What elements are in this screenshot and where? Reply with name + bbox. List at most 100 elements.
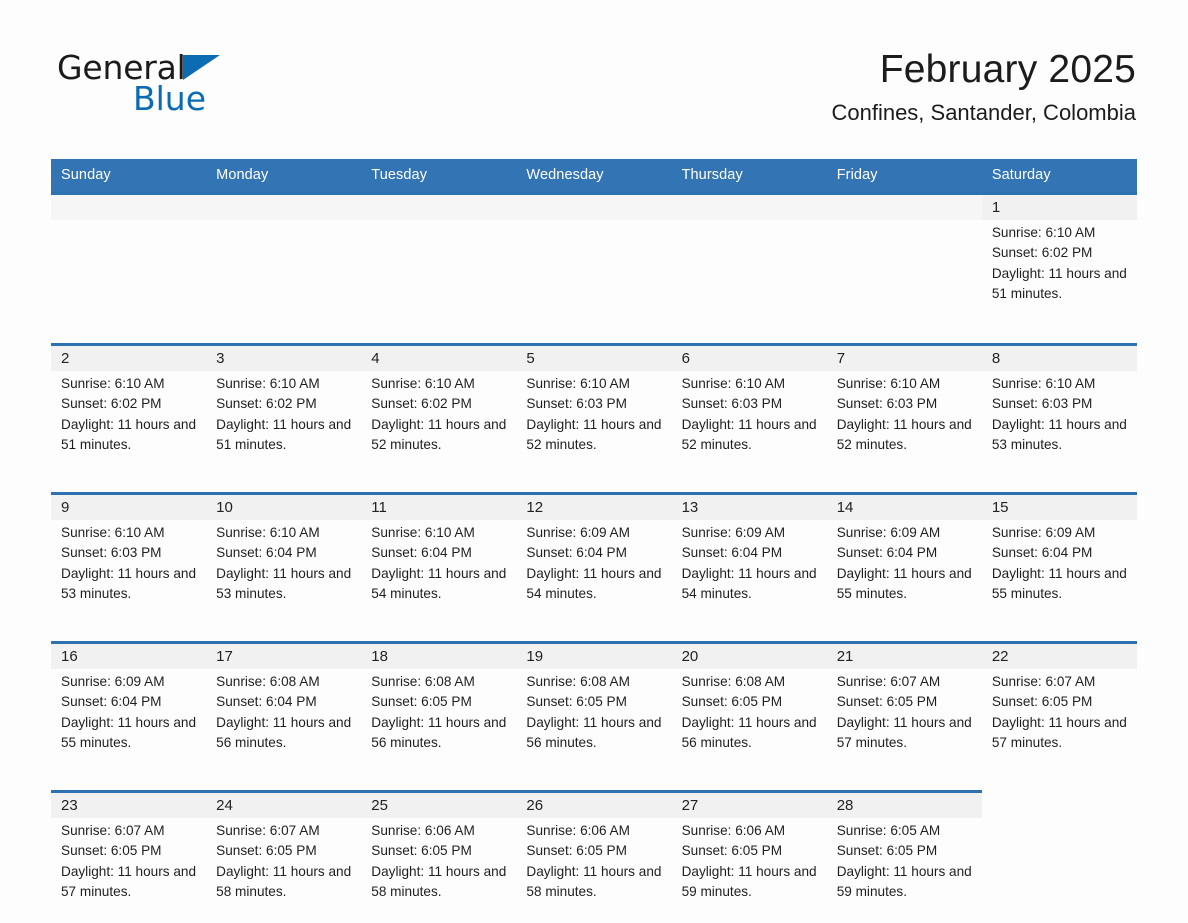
day-detail-cell[interactable]: Sunrise: 6:08 AMSunset: 6:05 PMDaylight:… xyxy=(672,669,827,792)
day-number-cell[interactable]: 22 xyxy=(982,643,1137,670)
day-number: 14 xyxy=(837,499,854,516)
daylight-text: Daylight: 11 hours and 52 minutes. xyxy=(682,415,817,456)
day-number-cell[interactable]: 3 xyxy=(206,345,361,372)
sunset-text: Sunset: 6:05 PM xyxy=(526,692,661,712)
daylight-text: Daylight: 11 hours and 53 minutes. xyxy=(216,564,351,605)
day-number-cell[interactable]: 18 xyxy=(361,643,516,670)
day-detail-cell[interactable]: Sunrise: 6:09 AMSunset: 6:04 PMDaylight:… xyxy=(51,669,206,792)
generalblue-logo[interactable]: General Blue xyxy=(57,50,317,126)
day-detail-cell[interactable]: Sunrise: 6:10 AMSunset: 6:03 PMDaylight:… xyxy=(672,371,827,494)
day-number: 10 xyxy=(216,499,233,516)
day-number-cell[interactable]: 23 xyxy=(51,792,206,819)
calendar-header-row: Sunday Monday Tuesday Wednesday Thursday… xyxy=(51,159,1137,194)
day-number-cell[interactable]: 11 xyxy=(361,494,516,521)
day-detail-cell[interactable]: Sunrise: 6:09 AMSunset: 6:04 PMDaylight:… xyxy=(672,520,827,643)
day-number: 4 xyxy=(371,350,379,367)
day-detail-cell[interactable]: Sunrise: 6:06 AMSunset: 6:05 PMDaylight:… xyxy=(672,818,827,923)
empty-day-detail xyxy=(206,220,361,345)
day-detail-cell[interactable]: Sunrise: 6:09 AMSunset: 6:04 PMDaylight:… xyxy=(827,520,982,643)
day-detail-cell[interactable]: Sunrise: 6:10 AMSunset: 6:02 PMDaylight:… xyxy=(982,220,1137,345)
sunrise-text: Sunrise: 6:07 AM xyxy=(992,672,1127,692)
day-number-cell[interactable]: 19 xyxy=(516,643,671,670)
day-detail-cell[interactable]: Sunrise: 6:07 AMSunset: 6:05 PMDaylight:… xyxy=(206,818,361,923)
day-number-cell[interactable]: 24 xyxy=(206,792,361,819)
sunrise-text: Sunrise: 6:09 AM xyxy=(837,523,972,543)
week-detail-row: Sunrise: 6:10 AMSunset: 6:03 PMDaylight:… xyxy=(51,520,1137,643)
empty-day-cell xyxy=(827,194,982,221)
daylight-text: Daylight: 11 hours and 58 minutes. xyxy=(371,862,506,903)
sunset-text: Sunset: 6:03 PM xyxy=(992,394,1127,414)
sunrise-text: Sunrise: 6:06 AM xyxy=(682,821,817,841)
day-detail-cell[interactable]: Sunrise: 6:10 AMSunset: 6:03 PMDaylight:… xyxy=(827,371,982,494)
day-detail-cell[interactable]: Sunrise: 6:10 AMSunset: 6:03 PMDaylight:… xyxy=(982,371,1137,494)
day-number-cell[interactable]: 9 xyxy=(51,494,206,521)
sunset-text: Sunset: 6:05 PM xyxy=(371,692,506,712)
sunrise-text: Sunrise: 6:10 AM xyxy=(61,523,196,543)
day-number: 15 xyxy=(992,499,1009,516)
daylight-text: Daylight: 11 hours and 57 minutes. xyxy=(992,713,1127,754)
day-number-cell[interactable]: 28 xyxy=(827,792,982,819)
daylight-text: Daylight: 11 hours and 56 minutes. xyxy=(526,713,661,754)
day-detail-cell[interactable]: Sunrise: 6:08 AMSunset: 6:04 PMDaylight:… xyxy=(206,669,361,792)
day-number-cell[interactable]: 6 xyxy=(672,345,827,372)
daylight-text: Daylight: 11 hours and 56 minutes. xyxy=(371,713,506,754)
day-detail-cell[interactable]: Sunrise: 6:09 AMSunset: 6:04 PMDaylight:… xyxy=(516,520,671,643)
empty-day-cell xyxy=(672,194,827,221)
day-number: 11 xyxy=(371,499,387,516)
day-number-cell[interactable]: 16 xyxy=(51,643,206,670)
day-number-cell[interactable]: 7 xyxy=(827,345,982,372)
day-detail-cell[interactable]: Sunrise: 6:08 AMSunset: 6:05 PMDaylight:… xyxy=(516,669,671,792)
day-detail-cell[interactable]: Sunrise: 6:07 AMSunset: 6:05 PMDaylight:… xyxy=(982,669,1137,792)
day-detail-cell[interactable]: Sunrise: 6:07 AMSunset: 6:05 PMDaylight:… xyxy=(827,669,982,792)
day-number-cell[interactable]: 13 xyxy=(672,494,827,521)
sunset-text: Sunset: 6:04 PM xyxy=(61,692,196,712)
logo-text-blue: Blue xyxy=(133,81,206,117)
day-number-cell[interactable]: 8 xyxy=(982,345,1137,372)
day-number-cell[interactable]: 10 xyxy=(206,494,361,521)
sunset-text: Sunset: 6:04 PM xyxy=(216,543,351,563)
sunset-text: Sunset: 6:05 PM xyxy=(526,841,661,861)
empty-day-cell xyxy=(516,194,671,221)
column-header-thursday: Thursday xyxy=(672,159,827,194)
sunrise-text: Sunrise: 6:07 AM xyxy=(61,821,196,841)
day-number-cell[interactable]: 26 xyxy=(516,792,671,819)
day-number: 8 xyxy=(992,350,1000,367)
week-daynumber-row: 16171819202122 xyxy=(51,643,1137,670)
day-detail-cell[interactable]: Sunrise: 6:10 AMSunset: 6:02 PMDaylight:… xyxy=(51,371,206,494)
daylight-text: Daylight: 11 hours and 59 minutes. xyxy=(682,862,817,903)
sunrise-text: Sunrise: 6:07 AM xyxy=(216,821,351,841)
day-number: 25 xyxy=(371,797,388,814)
sunrise-text: Sunrise: 6:09 AM xyxy=(992,523,1127,543)
sunrise-text: Sunrise: 6:06 AM xyxy=(371,821,506,841)
day-number-cell[interactable]: 12 xyxy=(516,494,671,521)
day-detail-cell[interactable]: Sunrise: 6:09 AMSunset: 6:04 PMDaylight:… xyxy=(982,520,1137,643)
day-detail-cell[interactable]: Sunrise: 6:10 AMSunset: 6:02 PMDaylight:… xyxy=(361,371,516,494)
daylight-text: Daylight: 11 hours and 57 minutes. xyxy=(837,713,972,754)
day-number-cell[interactable]: 1 xyxy=(982,194,1137,221)
day-detail-cell[interactable]: Sunrise: 6:10 AMSunset: 6:04 PMDaylight:… xyxy=(206,520,361,643)
day-number-cell[interactable]: 14 xyxy=(827,494,982,521)
day-detail-cell[interactable]: Sunrise: 6:10 AMSunset: 6:02 PMDaylight:… xyxy=(206,371,361,494)
day-number-cell[interactable]: 15 xyxy=(982,494,1137,521)
day-detail-cell[interactable]: Sunrise: 6:05 AMSunset: 6:05 PMDaylight:… xyxy=(827,818,982,923)
day-number-cell[interactable]: 4 xyxy=(361,345,516,372)
day-detail-cell[interactable]: Sunrise: 6:06 AMSunset: 6:05 PMDaylight:… xyxy=(516,818,671,923)
day-detail-cell[interactable]: Sunrise: 6:10 AMSunset: 6:04 PMDaylight:… xyxy=(361,520,516,643)
day-number-cell[interactable]: 5 xyxy=(516,345,671,372)
day-number-cell[interactable]: 27 xyxy=(672,792,827,819)
day-number-cell[interactable]: 21 xyxy=(827,643,982,670)
day-number-cell[interactable]: 2 xyxy=(51,345,206,372)
sunrise-text: Sunrise: 6:08 AM xyxy=(371,672,506,692)
sunrise-text: Sunrise: 6:09 AM xyxy=(61,672,196,692)
day-number-cell[interactable]: 25 xyxy=(361,792,516,819)
empty-day-detail xyxy=(827,220,982,345)
day-detail-cell[interactable]: Sunrise: 6:07 AMSunset: 6:05 PMDaylight:… xyxy=(51,818,206,923)
day-detail-cell[interactable]: Sunrise: 6:08 AMSunset: 6:05 PMDaylight:… xyxy=(361,669,516,792)
day-number-cell[interactable]: 20 xyxy=(672,643,827,670)
week-detail-row: Sunrise: 6:10 AMSunset: 6:02 PMDaylight:… xyxy=(51,371,1137,494)
day-number-cell[interactable]: 17 xyxy=(206,643,361,670)
day-detail-cell[interactable]: Sunrise: 6:10 AMSunset: 6:03 PMDaylight:… xyxy=(51,520,206,643)
day-detail-cell[interactable]: Sunrise: 6:06 AMSunset: 6:05 PMDaylight:… xyxy=(361,818,516,923)
day-number: 3 xyxy=(216,350,224,367)
day-detail-cell[interactable]: Sunrise: 6:10 AMSunset: 6:03 PMDaylight:… xyxy=(516,371,671,494)
